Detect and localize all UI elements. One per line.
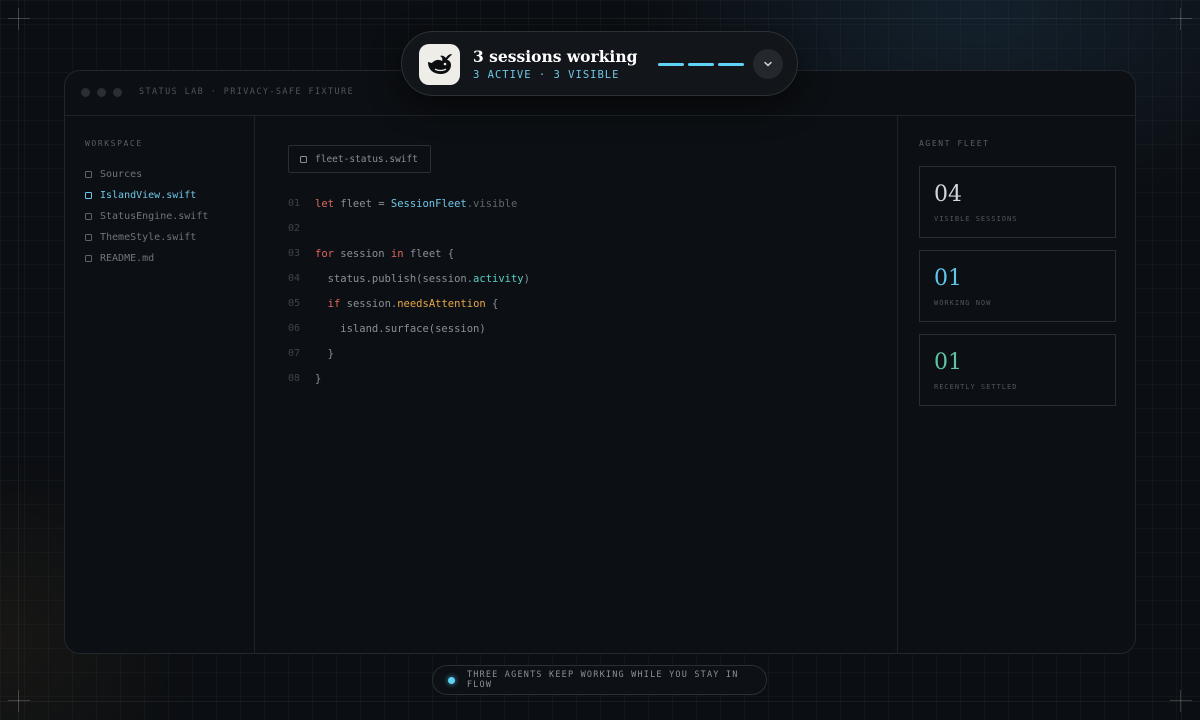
- progress-segment: [688, 63, 714, 66]
- sidebar-file-item[interactable]: StatusEngine.swift: [85, 206, 208, 227]
- code-token: }: [315, 347, 334, 360]
- code-line: 07 }: [288, 341, 530, 366]
- corner-crosshair: [8, 8, 30, 30]
- window-controls: [81, 88, 122, 97]
- file-icon: [85, 255, 92, 262]
- progress-segment: [658, 63, 684, 66]
- progress-segment: [718, 63, 744, 66]
- sidebar-heading: WORKSPACE: [85, 139, 143, 148]
- file-icon: [300, 155, 307, 163]
- tab-fleet-status[interactable]: fleet-status.swift: [288, 145, 431, 173]
- status-island[interactable]: 3 sessions working 3 ACTIVE · 3 VISIBLE: [401, 31, 798, 96]
- fleet-stats: 04 VISIBLE SESSIONS 01 WORKING NOW 01 RECENTL…: [919, 166, 1116, 418]
- tab-label: fleet-status.swift: [315, 153, 418, 165]
- code-token: .visible: [466, 197, 518, 210]
- code-token: }: [315, 372, 322, 385]
- frame-line-top: [0, 18, 1200, 19]
- frame-line-bottom: [0, 701, 1200, 702]
- footer-status-pill: THREE AGENTS KEEP WORKING WHILE YOU STAY…: [432, 665, 767, 695]
- code-token: for: [315, 247, 334, 260]
- code-line: 04 status.publish(session. activity): [288, 266, 530, 291]
- file-icon: [85, 171, 92, 178]
- corner-crosshair: [8, 690, 30, 712]
- line-number: 03: [288, 248, 301, 259]
- fleet-stat-card: 01 WORKING NOW: [919, 250, 1116, 322]
- activity-progress: [658, 63, 744, 66]
- code-token: if: [327, 297, 341, 310]
- code-token: island.surface(session): [315, 322, 486, 335]
- code-token: session: [333, 247, 391, 260]
- line-number: 02: [288, 223, 301, 234]
- fleet-stat-card: 01 RECENTLY SETTLED: [919, 334, 1116, 406]
- zoom-window-button[interactable]: [113, 88, 122, 97]
- code-line: 03 for session in fleet {: [288, 241, 530, 266]
- stat-value: 01: [934, 266, 962, 291]
- code-token: activity: [473, 272, 524, 285]
- code-token: status.publish(session.: [315, 272, 474, 285]
- status-dot: [448, 676, 455, 684]
- line-number: 01: [288, 198, 301, 209]
- code-token: {: [485, 297, 499, 310]
- code-token: session.: [340, 297, 398, 310]
- code-token: let: [315, 197, 334, 210]
- editor-window: STATUS LAB · PRIVACY-SAFE FIXTURE WORKSP…: [64, 70, 1136, 654]
- sidebar-file-label: ThemeStyle.swift: [100, 232, 197, 243]
- window-title: STATUS LAB · PRIVACY-SAFE FIXTURE: [139, 87, 355, 97]
- sidebar-file-item[interactable]: ThemeStyle.swift: [85, 227, 208, 248]
- island-subtitle: 3 ACTIVE · 3 VISIBLE: [473, 69, 620, 81]
- sidebar-file-label: IslandView.swift: [100, 190, 197, 201]
- stat-label: WORKING NOW: [934, 299, 992, 307]
- code-token: fleet =: [333, 197, 391, 210]
- sidebar-file-item[interactable]: README.md: [85, 248, 208, 269]
- code-token: in: [390, 247, 404, 260]
- code-token: ): [523, 272, 530, 285]
- fleet-heading: AGENT FLEET: [919, 139, 990, 148]
- line-number: 08: [288, 373, 301, 384]
- file-icon: [85, 192, 92, 199]
- sidebar-file-item[interactable]: Sources: [85, 164, 208, 185]
- stat-value: 04: [934, 182, 962, 207]
- frame-line-right: [1181, 0, 1182, 720]
- code-line: 08}: [288, 366, 530, 391]
- file-list: Sources IslandView.swift StatusEngine.swif…: [85, 164, 208, 269]
- sidebar-file-label: StatusEngine.swift: [100, 211, 209, 222]
- sidebar-file-item[interactable]: IslandView.swift: [85, 185, 208, 206]
- code-block[interactable]: 01 let fleet = SessionFleet .visible 02 03 fo…: [288, 191, 530, 391]
- footer-text: THREE AGENTS KEEP WORKING WHILE YOU STAY…: [466, 670, 739, 690]
- code-token: SessionFleet: [390, 197, 467, 210]
- corner-crosshair: [1170, 690, 1192, 712]
- close-window-button[interactable]: [81, 88, 90, 97]
- fleet-stat-card: 04 VISIBLE SESSIONS: [919, 166, 1116, 238]
- whale-icon: [419, 44, 460, 85]
- code-editor: fleet-status.swift 01 let fleet = Session…: [255, 116, 897, 653]
- minimize-window-button[interactable]: [97, 88, 106, 97]
- sidebar-file-label: README.md: [100, 253, 155, 264]
- sidebar-file-label: Sources: [100, 169, 143, 180]
- stat-value: 01: [934, 350, 962, 375]
- chevron-down-icon: [764, 61, 772, 67]
- code-line: 02: [288, 216, 530, 241]
- frame-line-left: [18, 0, 19, 720]
- island-title: 3 sessions working: [473, 47, 638, 66]
- code-line: 06 island.surface(session): [288, 316, 530, 341]
- code-line: 05 if session. needsAttention {: [288, 291, 530, 316]
- line-number: 04: [288, 273, 301, 284]
- agent-fleet-panel: AGENT FLEET 04 VISIBLE SESSIONS 01 WORKING …: [897, 116, 1135, 653]
- corner-crosshair: [1170, 8, 1192, 30]
- code-line: 01 let fleet = SessionFleet .visible: [288, 191, 530, 216]
- code-token: fleet {: [403, 247, 455, 260]
- expand-button[interactable]: [753, 49, 783, 79]
- line-number: 07: [288, 348, 301, 359]
- line-number: 05: [288, 298, 301, 309]
- file-icon: [85, 234, 92, 241]
- stat-label: VISIBLE SESSIONS: [934, 215, 1018, 223]
- code-token: needsAttention: [397, 297, 486, 310]
- line-number: 06: [288, 323, 301, 334]
- file-icon: [85, 213, 92, 220]
- stat-label: RECENTLY SETTLED: [934, 383, 1018, 391]
- workspace-sidebar: WORKSPACE Sources IslandView.swift StatusE…: [65, 116, 255, 653]
